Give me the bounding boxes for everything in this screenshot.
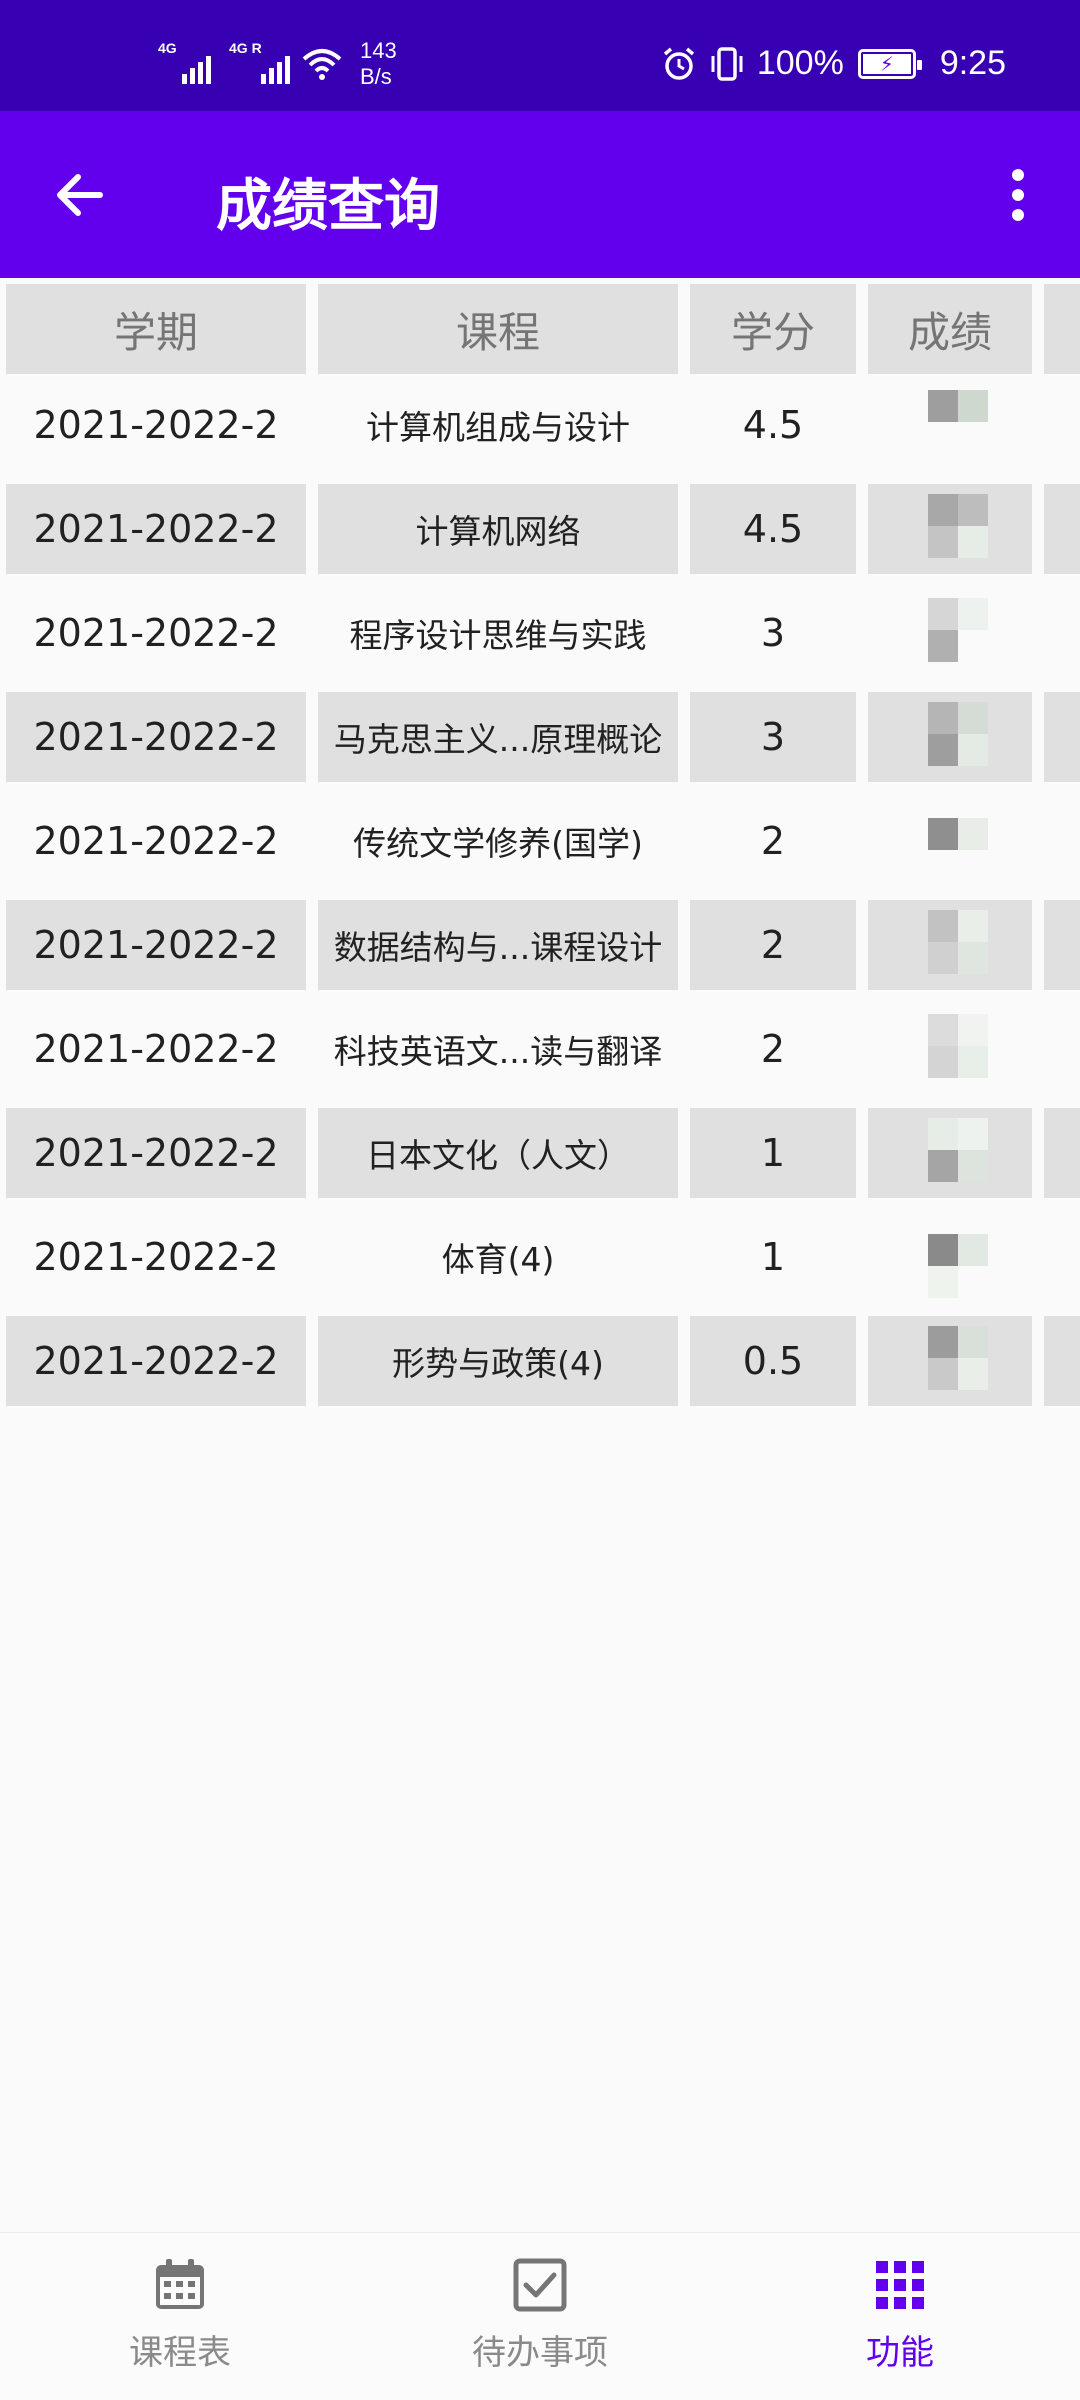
signal-icon: 4G xyxy=(158,40,211,84)
back-button[interactable] xyxy=(50,165,110,225)
table-row[interactable]: 2021-2022-2 传统文学修养(国学) 2 xyxy=(0,792,1080,896)
cell-term: 2021-2022-2 xyxy=(6,1108,306,1198)
nav-label: 待办事项 xyxy=(472,2333,608,2373)
cell-credit: 2 xyxy=(760,1027,786,1071)
status-bar: 4G 4G R 143 B/s 100% ⚡ 9:25 xyxy=(0,0,1080,111)
cell-credit: 2 xyxy=(690,900,856,990)
redaction-mosaic xyxy=(928,1118,988,1188)
nav-item-functions[interactable]: 功能 xyxy=(780,2257,1020,2387)
nav-item-todo[interactable]: 待办事项 xyxy=(420,2257,660,2387)
redaction-mosaic xyxy=(928,598,988,668)
page-title: 成绩查询 xyxy=(216,174,440,239)
cell-course: 计算机组成与设计 xyxy=(366,408,630,447)
header-course: 课程 xyxy=(318,284,678,374)
table-row[interactable]: 2021-2022-2 科技英语文...读与翻译 2 xyxy=(0,1000,1080,1104)
cell-credit: 3 xyxy=(690,692,856,782)
header-credit: 学分 xyxy=(690,284,856,374)
clock: 9:25 xyxy=(939,44,1006,82)
cell-extra xyxy=(1044,484,1080,574)
cell-extra xyxy=(1044,1316,1080,1406)
redaction-mosaic xyxy=(928,702,988,772)
cell-credit: 4.5 xyxy=(742,403,804,447)
redaction-mosaic xyxy=(928,806,988,876)
more-vert-icon xyxy=(1012,169,1024,181)
redaction-mosaic xyxy=(928,1222,988,1298)
cell-credit: 4.5 xyxy=(690,484,856,574)
grades-table: 学期 课程 学分 成绩 2021-2022-2 计算机组成与设计 4.5 202… xyxy=(0,280,1080,1416)
calendar-icon xyxy=(156,2259,204,2309)
arrow-left-icon xyxy=(57,174,103,216)
cell-term: 2021-2022-2 xyxy=(33,1027,279,1071)
net-speed: 143 B/s xyxy=(360,38,397,89)
grid-icon xyxy=(876,2261,924,2309)
cell-extra xyxy=(1044,900,1080,990)
sim2-tag: 4G R xyxy=(229,40,262,56)
table-header: 学期 课程 学分 成绩 xyxy=(0,280,1080,376)
cell-course: 传统文学修养(国学) xyxy=(353,824,643,863)
cell-term: 2021-2022-2 xyxy=(6,692,306,782)
nav-label: 功能 xyxy=(866,2333,934,2373)
cell-course: 体育(4) xyxy=(441,1240,555,1279)
cell-course: 数据结构与...课程设计 xyxy=(318,900,678,990)
cell-extra xyxy=(1044,1108,1080,1198)
table-row[interactable]: 2021-2022-2 数据结构与...课程设计 2 xyxy=(0,896,1080,1000)
redaction-mosaic xyxy=(928,910,988,980)
redaction-mosaic xyxy=(928,390,988,460)
cell-course: 形势与政策(4) xyxy=(318,1316,678,1406)
cell-term: 2021-2022-2 xyxy=(33,403,279,447)
cell-course: 日本文化（人文） xyxy=(318,1108,678,1198)
cell-course: 计算机网络 xyxy=(318,484,678,574)
header-grade: 成绩 xyxy=(868,284,1032,374)
cell-term: 2021-2022-2 xyxy=(33,819,279,863)
cell-credit: 1 xyxy=(690,1108,856,1198)
cell-term: 2021-2022-2 xyxy=(33,1235,279,1279)
status-left: 4G 4G R 143 B/s xyxy=(158,38,397,90)
cell-credit: 2 xyxy=(760,819,786,863)
cell-term: 2021-2022-2 xyxy=(33,611,279,655)
table-row[interactable]: 2021-2022-2 形势与政策(4) 0.5 xyxy=(0,1312,1080,1416)
cell-term: 2021-2022-2 xyxy=(6,484,306,574)
cell-course: 马克思主义...原理概论 xyxy=(318,692,678,782)
redaction-mosaic xyxy=(928,494,988,564)
bottom-navigation: 课程表 待办事项 功能 xyxy=(0,2232,1080,2400)
cell-credit: 1 xyxy=(760,1235,786,1279)
table-row[interactable]: 2021-2022-2 计算机网络 4.5 xyxy=(0,480,1080,584)
checkbox-icon xyxy=(513,2258,567,2312)
battery-percent: 100% xyxy=(756,44,844,82)
table-row[interactable]: 2021-2022-2 程序设计思维与实践 3 xyxy=(0,584,1080,688)
cell-credit: 3 xyxy=(760,611,786,655)
cell-course: 程序设计思维与实践 xyxy=(349,616,647,655)
status-right: 100% ⚡ 9:25 xyxy=(661,44,1006,83)
redaction-mosaic xyxy=(928,1326,988,1396)
nav-label: 课程表 xyxy=(129,2333,231,2373)
header-extra xyxy=(1044,284,1080,374)
cell-term: 2021-2022-2 xyxy=(6,900,306,990)
table-row[interactable]: 2021-2022-2 计算机组成与设计 4.5 xyxy=(0,376,1080,480)
cell-course: 科技英语文...读与翻译 xyxy=(333,1032,663,1071)
sim1-tag: 4G xyxy=(158,40,177,56)
table-row[interactable]: 2021-2022-2 体育(4) 1 xyxy=(0,1208,1080,1312)
vibrate-icon xyxy=(711,46,743,81)
header-term: 学期 xyxy=(6,284,306,374)
alarm-icon xyxy=(663,47,694,80)
battery-charging-icon: ⚡ xyxy=(857,48,922,79)
more-menu-button[interactable] xyxy=(1000,169,1036,225)
app-bar: 成绩查询 xyxy=(0,111,1080,278)
nav-item-schedule[interactable]: 课程表 xyxy=(60,2257,300,2387)
signal-icon: 4G R xyxy=(229,40,290,84)
cell-extra xyxy=(1044,692,1080,782)
table-row[interactable]: 2021-2022-2 日本文化（人文） 1 xyxy=(0,1104,1080,1208)
cell-term: 2021-2022-2 xyxy=(6,1316,306,1406)
wifi-icon xyxy=(302,49,342,80)
cell-credit: 0.5 xyxy=(690,1316,856,1406)
redaction-mosaic xyxy=(928,1014,988,1084)
table-row[interactable]: 2021-2022-2 马克思主义...原理概论 3 xyxy=(0,688,1080,792)
